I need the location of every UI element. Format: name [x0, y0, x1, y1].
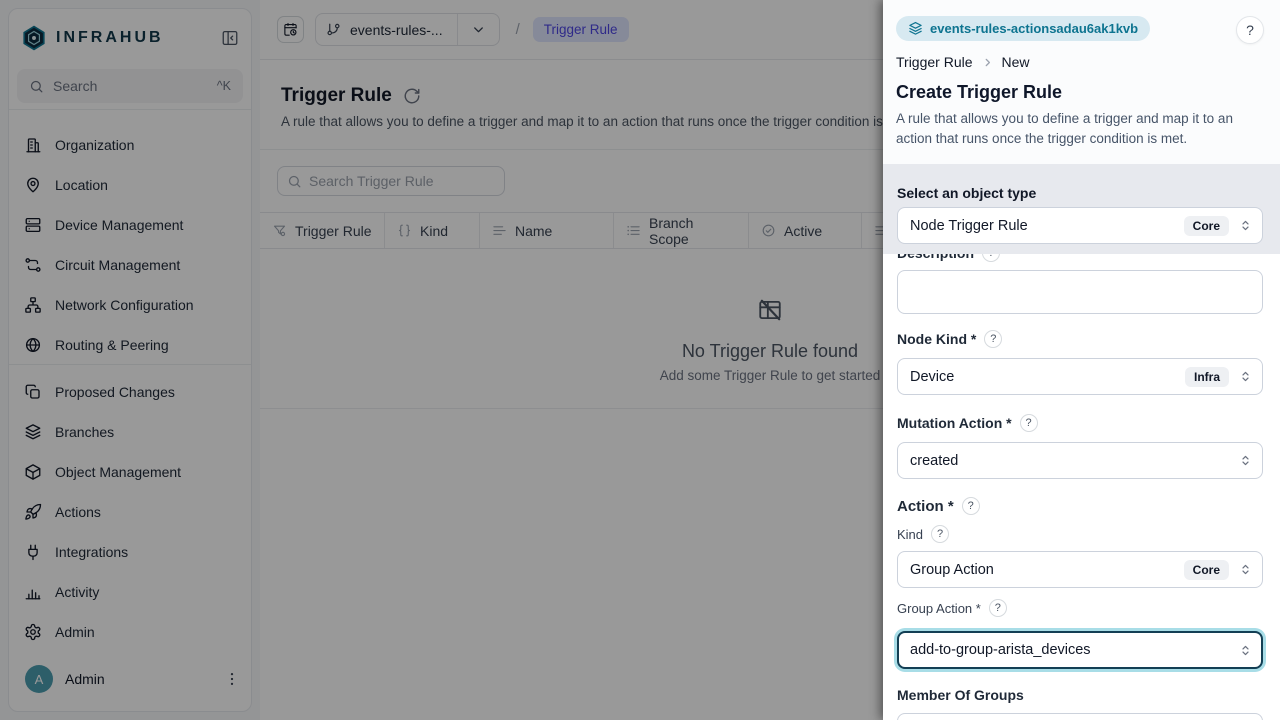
member-of-groups-select[interactable] — [897, 713, 1263, 720]
group-action-label: Group Action * ? — [897, 599, 1263, 617]
drawer-breadcrumb: Trigger Rule New — [896, 54, 1264, 70]
drawer-form: Description ? Node Kind * ? Device Infra… — [883, 254, 1280, 720]
namespace-badge: Infra — [1185, 367, 1229, 387]
drawer-title: Create Trigger Rule — [896, 82, 1264, 103]
chevrons-up-down-icon — [1238, 562, 1253, 577]
layers-icon — [908, 21, 923, 36]
chevrons-up-down-icon — [1238, 643, 1253, 658]
create-trigger-rule-drawer: events-rules-actionsadau6ak1kvb ? Trigge… — [883, 0, 1280, 720]
drawer-breadcrumb-root[interactable]: Trigger Rule — [896, 54, 973, 70]
help-icon[interactable]: ? — [962, 497, 980, 515]
chevrons-up-down-icon — [1238, 218, 1253, 233]
chevron-right-icon — [980, 55, 995, 70]
branch-badge: events-rules-actionsadau6ak1kvb — [896, 16, 1150, 41]
description-input[interactable] — [897, 270, 1263, 314]
action-section-label: Action * ? — [897, 497, 1263, 515]
node-kind-select[interactable]: Device Infra — [897, 358, 1263, 395]
namespace-badge: Core — [1184, 560, 1229, 580]
chevrons-up-down-icon — [1238, 369, 1253, 384]
chevrons-up-down-icon — [1238, 453, 1253, 468]
help-button[interactable]: ? — [1236, 16, 1264, 44]
drawer-header: events-rules-actionsadau6ak1kvb ? Trigge… — [883, 0, 1280, 164]
object-type-select[interactable]: Node Trigger Rule Core — [897, 207, 1263, 244]
node-kind-label: Node Kind * ? — [897, 330, 1263, 348]
help-icon[interactable]: ? — [984, 330, 1002, 348]
member-of-groups-label: Member Of Groups — [897, 687, 1263, 703]
action-kind-select[interactable]: Group Action Core — [897, 551, 1263, 588]
object-type-value: Node Trigger Rule — [910, 218, 1184, 234]
help-icon[interactable]: ? — [989, 599, 1007, 617]
action-kind-label: Kind ? — [897, 525, 1263, 543]
object-type-section: Select an object type Node Trigger Rule … — [883, 164, 1280, 254]
drawer-breadcrumb-current: New — [1002, 54, 1030, 70]
mutation-action-label: Mutation Action * ? — [897, 414, 1263, 432]
namespace-badge: Core — [1184, 216, 1229, 236]
object-type-label: Select an object type — [897, 185, 1263, 201]
mutation-action-select[interactable]: created — [897, 442, 1263, 479]
description-field-label-clipped: Description ? — [897, 254, 1263, 262]
group-action-select[interactable]: add-to-group-arista_devices — [897, 631, 1263, 669]
help-icon[interactable]: ? — [982, 254, 1000, 262]
drawer-description: A rule that allows you to define a trigg… — [896, 109, 1262, 150]
help-icon[interactable]: ? — [1020, 414, 1038, 432]
branch-badge-label: events-rules-actionsadau6ak1kvb — [930, 21, 1138, 36]
help-icon[interactable]: ? — [931, 525, 949, 543]
